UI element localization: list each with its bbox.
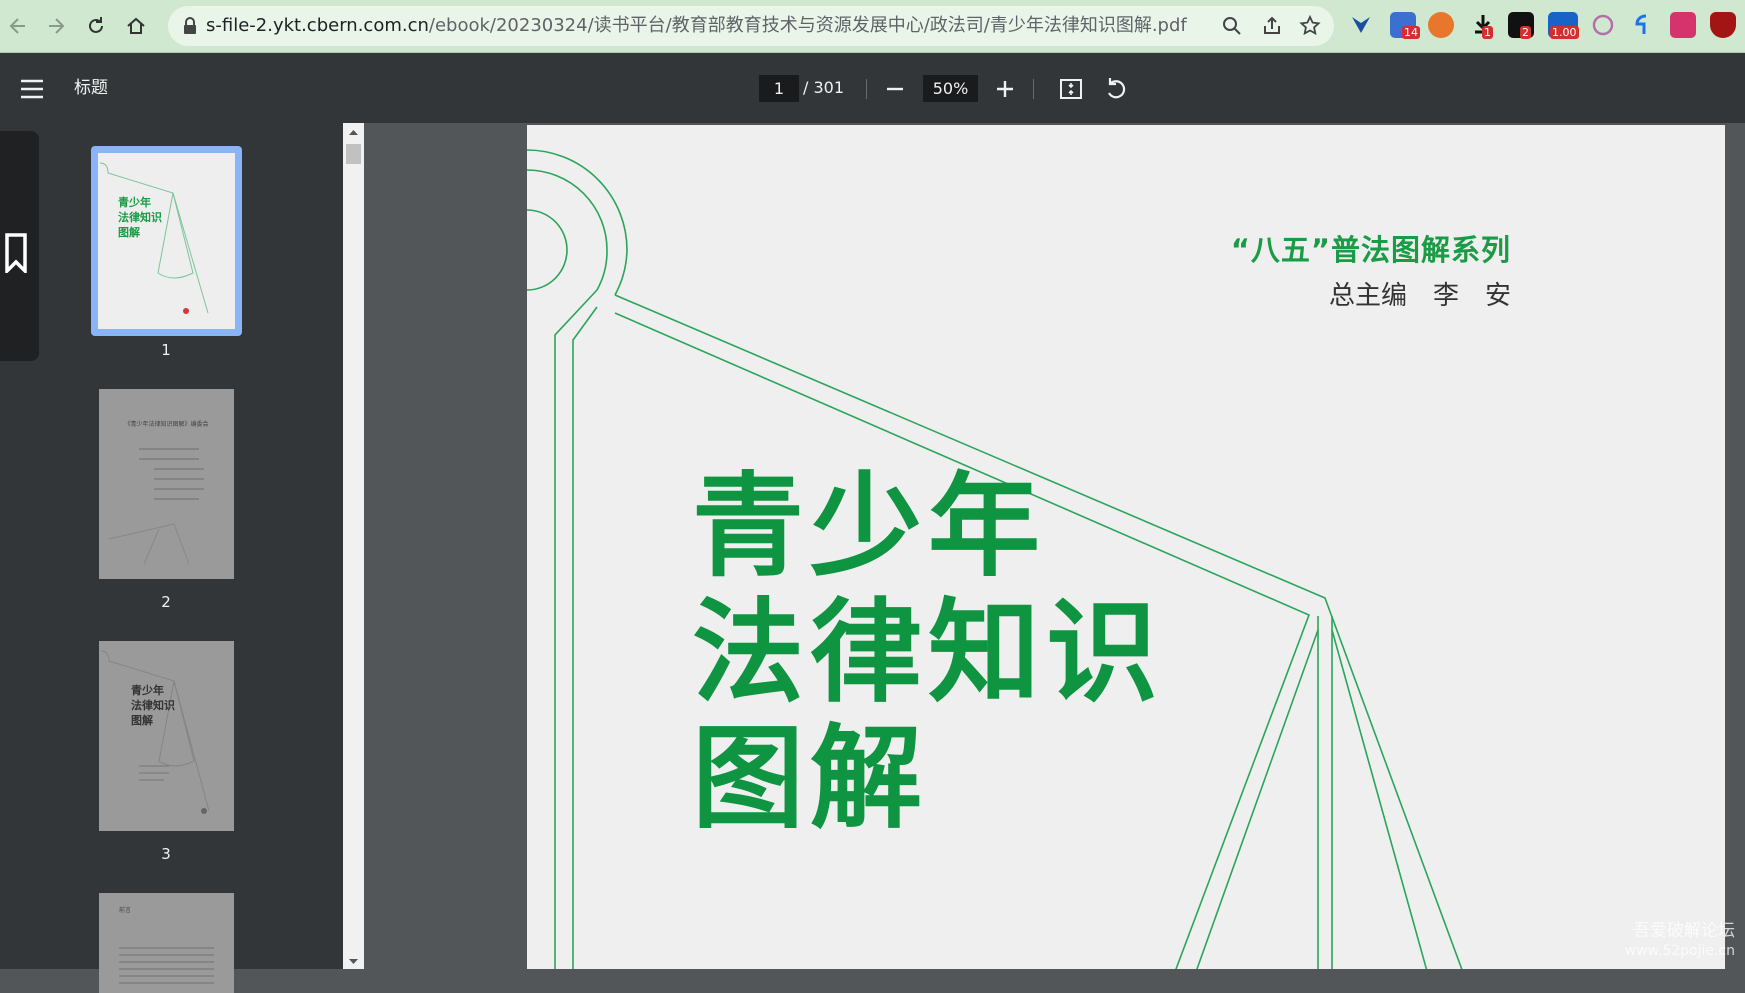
zoom-level[interactable]: 50% — [923, 75, 978, 102]
thumbnail-artwork — [99, 162, 209, 314]
extension-icon[interactable]: 1.00 — [1548, 12, 1579, 39]
reload-button[interactable] — [78, 8, 114, 44]
home-icon — [127, 17, 145, 34]
back-button[interactable] — [0, 8, 36, 44]
forward-icon — [49, 18, 65, 34]
pdf-toolbar: 标题 1 / 301 50% — [0, 53, 1745, 123]
thumbnail-page-number: 2 — [161, 593, 171, 611]
thumbnail-selected-frame[interactable]: 青少年 法律知识 图解 — [91, 146, 242, 336]
extension-icon[interactable] — [1428, 12, 1454, 38]
thumbnail-title: 青少年 法律知识 图解 — [131, 684, 175, 727]
url-text: s-file-2.ykt.cbern.com.cn/ebook/20230324… — [206, 15, 1187, 36]
lock-icon — [184, 17, 196, 34]
minus-icon[interactable] — [880, 74, 910, 104]
share-icon[interactable] — [1260, 14, 1284, 38]
extension-icon[interactable] — [1630, 12, 1656, 38]
thumbnail-title: 青少年 法律知识 图解 — [118, 196, 162, 239]
pdf-page: “八五”普法图解系列 总主编 李 安 青少年 法律知识 图解 — [527, 125, 1725, 969]
watermark: 吾爱破解论坛 www.52pojie.cn — [1625, 921, 1735, 961]
document-title: 标题 — [74, 78, 108, 98]
toolbar-divider — [1033, 79, 1034, 99]
thumbnail-page-3[interactable]: 青少年 法律知识 图解 — [99, 641, 234, 831]
page-total: / 301 — [803, 78, 845, 97]
rotate-icon[interactable] — [1101, 74, 1131, 104]
scroll-up-icon[interactable] — [348, 128, 359, 136]
thumbnail-page-4[interactable]: 前言 — [99, 893, 234, 993]
cover-title-line-2: 法律知识 — [692, 588, 1164, 718]
extension-icon[interactable] — [1590, 12, 1616, 38]
extension-icon[interactable] — [1710, 12, 1736, 38]
thumbnail-sidebar: 青少年 法律知识 图解 1 《青少年法律知识图解》编委会 2 青少年 法律知识 … — [0, 123, 343, 993]
thumbnail-title: 《青少年法律知识图解》编委会 — [124, 421, 209, 428]
scrollbar-thumb[interactable] — [346, 144, 361, 164]
thumbnail-artwork — [108, 448, 204, 565]
star-icon[interactable] — [1298, 14, 1322, 38]
chief-editor: 总主编 李 安 — [1328, 281, 1511, 311]
extension-icon[interactable]: 2 — [1508, 12, 1534, 39]
cover-title-line-3: 图解 — [692, 714, 928, 844]
home-button[interactable] — [118, 8, 154, 44]
reload-icon — [89, 17, 103, 33]
scroll-down-icon[interactable] — [348, 958, 359, 966]
pdf-viewer[interactable]: “八五”普法图解系列 总主编 李 安 青少年 法律知识 图解 吾爱破解论坛 ww… — [364, 123, 1745, 969]
thumbnail-page-number: 3 — [161, 845, 171, 863]
zoom-icon[interactable] — [1220, 14, 1244, 38]
bookmark-tab[interactable] — [0, 131, 39, 361]
cover-title-line-1: 青少年 — [692, 462, 1046, 592]
thumbnail-artwork — [100, 650, 210, 814]
thumbnail-page-1[interactable]: 青少年 法律知识 图解 — [98, 153, 235, 329]
fit-page-icon[interactable] — [1056, 74, 1086, 104]
forward-button[interactable] — [38, 8, 74, 44]
bookmark-icon — [5, 233, 27, 273]
page-number-input[interactable]: 1 — [759, 75, 799, 102]
toolbar-divider — [866, 79, 867, 99]
sidebar-scrollbar[interactable] — [343, 123, 364, 969]
thumbnail-page-2[interactable]: 《青少年法律知识图解》编委会 — [99, 389, 234, 579]
thumbnail-title: 前言 — [119, 907, 132, 914]
extension-icon[interactable]: 14 — [1390, 12, 1420, 39]
extension-icon[interactable] — [1670, 12, 1696, 38]
watermark-line-2: www.52pojie.cn — [1624, 943, 1735, 959]
series-title: “八五”普法图解系列 — [1230, 233, 1511, 267]
plus-icon[interactable] — [990, 74, 1020, 104]
menu-icon[interactable] — [18, 75, 46, 103]
back-icon — [9, 18, 25, 34]
extension-icon[interactable]: 1 — [1470, 12, 1496, 39]
address-bar[interactable]: s-file-2.ykt.cbern.com.cn/ebook/20230324… — [168, 6, 1334, 46]
extension-icon[interactable] — [1348, 12, 1374, 38]
watermark-line-1: 吾爱破解论坛 — [1633, 921, 1735, 941]
browser-toolbar: s-file-2.ykt.cbern.com.cn/ebook/20230324… — [0, 0, 1745, 53]
thumbnail-page-number: 1 — [161, 341, 171, 359]
